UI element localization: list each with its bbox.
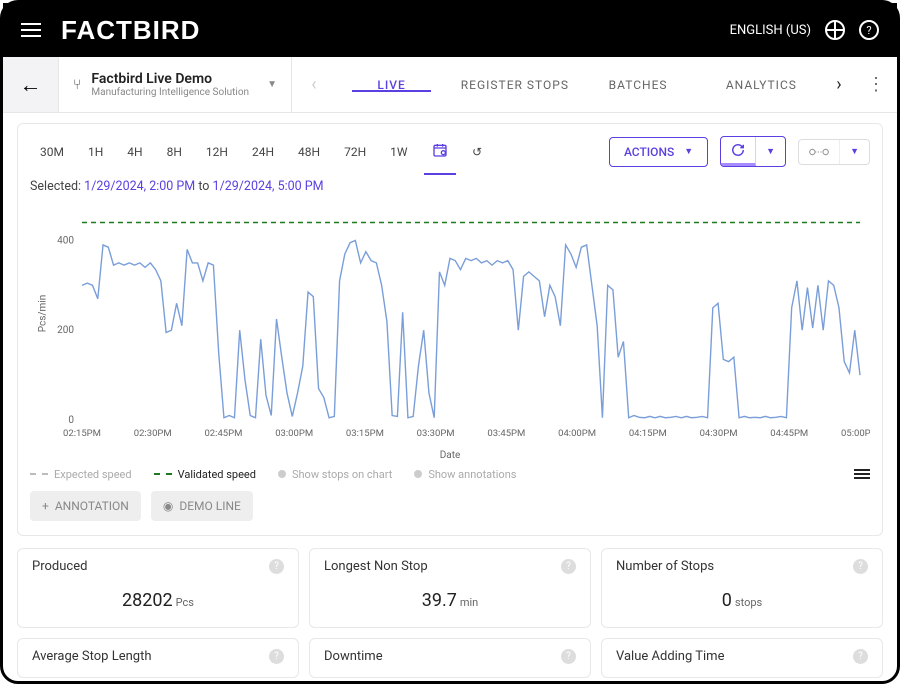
selected-range-text: Selected: 1/29/2024, 2:00 PM to 1/29/202… xyxy=(30,179,870,194)
kpi-value-adding-time: Value Adding Time? xyxy=(601,638,883,678)
help-icon[interactable]: ? xyxy=(853,649,868,664)
range-4h[interactable]: 4H xyxy=(117,139,152,165)
context-title: Factbird Live Demo xyxy=(91,71,249,87)
svg-text:400: 400 xyxy=(57,235,74,246)
kpi-value: 39.7min xyxy=(324,590,576,611)
help-icon[interactable]: ? xyxy=(269,559,284,574)
svg-text:0: 0 xyxy=(68,415,74,426)
tab-live[interactable]: LIVE xyxy=(330,78,453,92)
svg-text:200: 200 xyxy=(57,325,74,336)
demo-line-button[interactable]: ◉DEMO LINE xyxy=(151,491,253,521)
brand-logo: FACTBIRD xyxy=(61,15,200,46)
link-button[interactable] xyxy=(799,140,840,164)
actions-label: ACTIONS xyxy=(624,145,674,159)
range-24h[interactable]: 24H xyxy=(242,139,284,165)
link-dropdown-button[interactable]: ▼ xyxy=(840,140,869,164)
tab-register-stops[interactable]: REGISTER STOPS xyxy=(453,78,576,92)
svg-text:05:00PM: 05:00PM xyxy=(841,428,870,439)
language-selector[interactable]: ENGLISH (US) xyxy=(730,23,811,38)
tab-batches[interactable]: BATCHES xyxy=(576,78,699,92)
kpi-label: Produced xyxy=(32,559,87,574)
help-icon[interactable]: ? xyxy=(269,649,284,664)
actions-button[interactable]: ACTIONS ▼ xyxy=(609,137,708,167)
range-48h[interactable]: 48H xyxy=(288,139,330,165)
globe-icon[interactable] xyxy=(825,20,845,40)
svg-text:04:45PM: 04:45PM xyxy=(770,428,808,439)
hierarchy-icon: ⑂ xyxy=(73,77,81,93)
kpi-value: 28202Pcs xyxy=(32,590,284,611)
range-30m[interactable]: 30M xyxy=(30,139,74,165)
svg-text:03:00PM: 03:00PM xyxy=(275,428,313,439)
chart-menu-button[interactable] xyxy=(854,467,870,481)
tabs-prev-button[interactable]: ‹ xyxy=(298,74,330,95)
kpi-label: Longest Non Stop xyxy=(324,559,428,574)
camera-icon: ◉ xyxy=(163,499,173,513)
y-axis-label: Pcs/min xyxy=(37,295,48,333)
more-menu-button[interactable]: ⋮ xyxy=(855,74,897,95)
kpi-longest-non-stop: Longest Non Stop? 39.7min xyxy=(309,548,591,628)
calendar-range-button[interactable] xyxy=(422,136,458,167)
range-12h[interactable]: 12H xyxy=(196,139,238,165)
help-icon[interactable]: ? xyxy=(853,559,868,574)
svg-text:03:15PM: 03:15PM xyxy=(346,428,384,439)
svg-text:02:30PM: 02:30PM xyxy=(134,428,172,439)
chevron-down-icon: ▼ xyxy=(684,146,693,157)
chevron-down-icon: ▼ xyxy=(267,79,277,90)
svg-text:03:30PM: 03:30PM xyxy=(417,428,455,439)
kpi-label: Average Stop Length xyxy=(32,649,151,664)
undo-button[interactable]: ↻ xyxy=(462,139,492,165)
annotation-button[interactable]: +ANNOTATION xyxy=(30,491,141,521)
legend-validated-speed[interactable]: Validated speed xyxy=(154,468,256,481)
range-8h[interactable]: 8H xyxy=(157,139,192,165)
svg-text:02:15PM: 02:15PM xyxy=(63,428,101,439)
back-button[interactable]: ← xyxy=(3,57,59,112)
range-1w[interactable]: 1W xyxy=(380,139,417,165)
kpi-label: Value Adding Time xyxy=(616,649,724,664)
refresh-button[interactable] xyxy=(721,137,756,166)
arrow-left-icon: ← xyxy=(20,72,42,98)
legend-show-annotations[interactable]: Show annotations xyxy=(414,468,516,481)
kpi-label: Number of Stops xyxy=(616,559,714,574)
legend-show-stops[interactable]: Show stops on chart xyxy=(278,468,392,481)
svg-text:04:00PM: 04:00PM xyxy=(558,428,596,439)
svg-text:03:45PM: 03:45PM xyxy=(487,428,525,439)
svg-text:04:30PM: 04:30PM xyxy=(700,428,738,439)
range-1h[interactable]: 1H xyxy=(78,139,113,165)
kpi-average-stop-length: Average Stop Length? xyxy=(17,638,299,678)
kpi-number-of-stops: Number of Stops? 0stops xyxy=(601,548,883,628)
tabs-next-button[interactable]: › xyxy=(823,74,855,95)
plus-icon: + xyxy=(42,499,49,513)
refresh-dropdown-button[interactable]: ▼ xyxy=(756,137,785,166)
range-72h[interactable]: 72H xyxy=(334,139,376,165)
context-subtitle: Manufacturing Intelligence Solution xyxy=(91,87,249,98)
kpi-label: Downtime xyxy=(324,649,383,664)
menu-icon[interactable] xyxy=(21,23,41,37)
tab-analytics[interactable]: ANALYTICS xyxy=(700,78,823,92)
svg-text:02:45PM: 02:45PM xyxy=(204,428,242,439)
main-chart[interactable]: Pcs/min 0 200 400 02:15PM 02:30PM 02:45PM 03:0… xyxy=(30,202,870,454)
help-icon[interactable]: ? xyxy=(561,649,576,664)
kpi-value: 0stops xyxy=(616,590,868,611)
svg-text:04:15PM: 04:15PM xyxy=(629,428,667,439)
kpi-downtime: Downtime? xyxy=(309,638,591,678)
legend-expected-speed[interactable]: Expected speed xyxy=(30,468,132,481)
context-selector[interactable]: ⑂ Factbird Live Demo Manufacturing Intel… xyxy=(59,57,292,112)
help-icon[interactable]: ? xyxy=(561,559,576,574)
kpi-produced: Produced? 28202Pcs xyxy=(17,548,299,628)
help-icon[interactable]: ? xyxy=(859,20,879,40)
